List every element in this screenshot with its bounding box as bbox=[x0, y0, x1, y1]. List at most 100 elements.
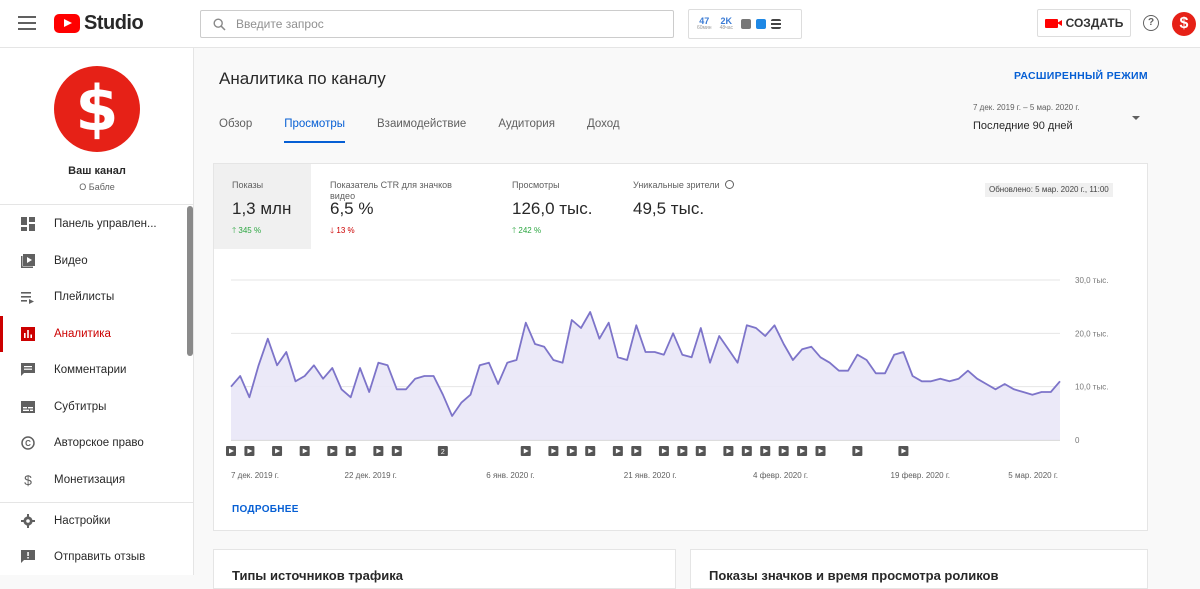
video-marker[interactable] bbox=[741, 446, 752, 456]
sidebar-item-copyright[interactable]: C Авторское право bbox=[0, 425, 194, 462]
svg-text:$: $ bbox=[24, 473, 32, 487]
video-marker[interactable] bbox=[677, 446, 688, 456]
channel-avatar[interactable]: $ bbox=[54, 66, 140, 152]
metric-value: 49,5 тыс. bbox=[633, 199, 705, 218]
search-icon bbox=[213, 17, 226, 31]
video-marker[interactable] bbox=[226, 446, 236, 456]
video-marker[interactable] bbox=[345, 446, 356, 456]
traffic-sources-card[interactable]: Типы источников трафика bbox=[213, 549, 676, 589]
create-button[interactable]: СОЗДАТЬ bbox=[1037, 9, 1131, 37]
feedback-icon bbox=[20, 549, 36, 565]
studio-logo[interactable]: Studio bbox=[54, 12, 144, 35]
ext-chart-icon[interactable] bbox=[741, 19, 752, 29]
sidebar-item-comments[interactable]: Комментарии bbox=[0, 352, 194, 389]
video-marker[interactable] bbox=[520, 446, 531, 456]
sidebar-item-analytics[interactable]: Аналитика bbox=[0, 315, 194, 353]
y-tick-label: 20,0 тыс. bbox=[1075, 329, 1108, 338]
video-marker[interactable] bbox=[760, 446, 771, 456]
sidebar-item-label: Авторское право bbox=[54, 437, 144, 450]
ext-menu-icon[interactable] bbox=[771, 19, 782, 29]
sidebar-item-playlists[interactable]: Плейлисты bbox=[0, 279, 194, 316]
extension-widget[interactable]: 47 60мин 2K 48час bbox=[688, 9, 802, 39]
search-box[interactable] bbox=[200, 10, 674, 38]
video-marker[interactable] bbox=[391, 446, 402, 456]
video-marker[interactable] bbox=[778, 446, 789, 456]
subtitles-icon bbox=[20, 399, 36, 415]
youtube-play-icon bbox=[54, 14, 80, 33]
chevron-down-icon[interactable] bbox=[1132, 116, 1140, 120]
top-bar: Studio 47 60мин 2K 48час СОЗДАТЬ ? $ bbox=[0, 0, 1200, 48]
video-marker[interactable] bbox=[723, 446, 734, 456]
x-tick-label: 6 янв. 2020 г. bbox=[486, 471, 534, 480]
series-area bbox=[231, 312, 1060, 440]
impressions-card[interactable]: Показы значков и время просмотра роликов bbox=[690, 549, 1148, 589]
sidebar-item-label: Субтитры bbox=[54, 400, 107, 413]
tab-overview[interactable]: Обзор bbox=[219, 118, 252, 143]
x-tick-label: 19 февр. 2020 г. bbox=[891, 471, 950, 480]
see-more-link[interactable]: ПОДРОБНЕЕ bbox=[232, 504, 299, 515]
sidebar-item-video[interactable]: Видео bbox=[0, 243, 194, 280]
sidebar: $ Ваш канал О Бабле Панель управлен... В… bbox=[0, 48, 194, 575]
sidebar-item-label: Панель управлен... bbox=[54, 218, 157, 231]
advanced-mode-link[interactable]: РАСШИРЕННЫЙ РЕЖИМ bbox=[1014, 70, 1148, 82]
ext-logo-icon[interactable] bbox=[756, 19, 767, 29]
clock-icon bbox=[725, 180, 735, 189]
sidebar-item-dashboard[interactable]: Панель управлен... bbox=[0, 206, 194, 243]
sidebar-item-label: Монетизация bbox=[54, 473, 126, 486]
sidebar-scrollbar[interactable] bbox=[187, 206, 193, 356]
card-title: Типы источников трафика bbox=[232, 568, 403, 583]
copyright-icon: C bbox=[20, 435, 36, 451]
search-input[interactable] bbox=[236, 17, 636, 31]
y-tick-label: 30,0 тыс. bbox=[1075, 276, 1108, 285]
sidebar-item-label: Отправить отзыв bbox=[54, 550, 146, 563]
metric-delta-value: 13 % bbox=[336, 226, 355, 235]
x-tick-label: 4 февр. 2020 г. bbox=[753, 471, 808, 480]
video-marker[interactable] bbox=[299, 446, 310, 456]
tab-engagement[interactable]: Взаимодействие bbox=[377, 118, 466, 143]
help-icon[interactable]: ? bbox=[1143, 15, 1159, 31]
period-selector[interactable]: Последние 90 дней bbox=[973, 120, 1073, 132]
tab-revenue[interactable]: Доход bbox=[587, 118, 620, 143]
channel-subtitle: О Бабле bbox=[79, 182, 115, 192]
video-camera-icon bbox=[1044, 18, 1062, 28]
metric-label-text: Уникальные зрители bbox=[633, 180, 720, 190]
video-marker[interactable] bbox=[631, 446, 642, 456]
comment-icon bbox=[20, 362, 36, 378]
metric-value: 1,3 млн bbox=[232, 199, 292, 218]
account-avatar[interactable]: $ bbox=[1172, 12, 1196, 36]
video-marker[interactable] bbox=[815, 446, 826, 456]
video-marker[interactable] bbox=[327, 446, 338, 456]
menu-icon[interactable] bbox=[18, 16, 36, 30]
video-marker[interactable] bbox=[272, 446, 283, 456]
tab-views[interactable]: Просмотры bbox=[284, 118, 346, 143]
video-marker[interactable] bbox=[852, 446, 863, 456]
tab-audience[interactable]: Аудитория bbox=[498, 118, 555, 143]
metric-delta-value: 345 % bbox=[238, 226, 262, 235]
x-tick-label: 5 мар. 2020 г. bbox=[1008, 471, 1058, 480]
date-range-text[interactable]: 7 дек. 2019 г. – 5 мар. 2020 г. bbox=[973, 103, 1080, 112]
sidebar-item-settings[interactable]: Настройки bbox=[0, 502, 194, 539]
page-title: Аналитика по каналу bbox=[219, 69, 386, 88]
video-marker[interactable] bbox=[548, 446, 559, 456]
video-marker[interactable] bbox=[658, 446, 669, 456]
video-marker[interactable] bbox=[797, 446, 808, 456]
video-marker[interactable] bbox=[244, 446, 255, 456]
sidebar-item-monetization[interactable]: $ Монетизация bbox=[0, 462, 194, 499]
sidebar-item-label: Плейлисты bbox=[54, 291, 115, 304]
video-marker[interactable] bbox=[566, 446, 577, 456]
metric-delta: 🡓 13 % bbox=[330, 225, 355, 239]
video-marker[interactable] bbox=[585, 446, 596, 456]
video-icon bbox=[20, 253, 36, 269]
video-marker[interactable] bbox=[373, 446, 384, 456]
sidebar-item-feedback[interactable]: Отправить отзыв bbox=[0, 539, 194, 576]
video-marker[interactable] bbox=[898, 446, 909, 456]
video-marker[interactable] bbox=[612, 446, 623, 456]
channel-name: Ваш канал bbox=[68, 165, 126, 177]
sidebar-item-subtitles[interactable]: Субтитры bbox=[0, 389, 194, 426]
video-marker[interactable]: 2 bbox=[437, 446, 448, 456]
video-marker[interactable] bbox=[695, 446, 706, 456]
analytics-tabs: Обзор Просмотры Взаимодействие Аудитория… bbox=[219, 118, 652, 143]
metric-value: 6,5 % bbox=[330, 199, 374, 218]
metric-delta: 🡑 345 % bbox=[232, 225, 261, 239]
metric-label: Уникальные зрители bbox=[633, 180, 783, 191]
